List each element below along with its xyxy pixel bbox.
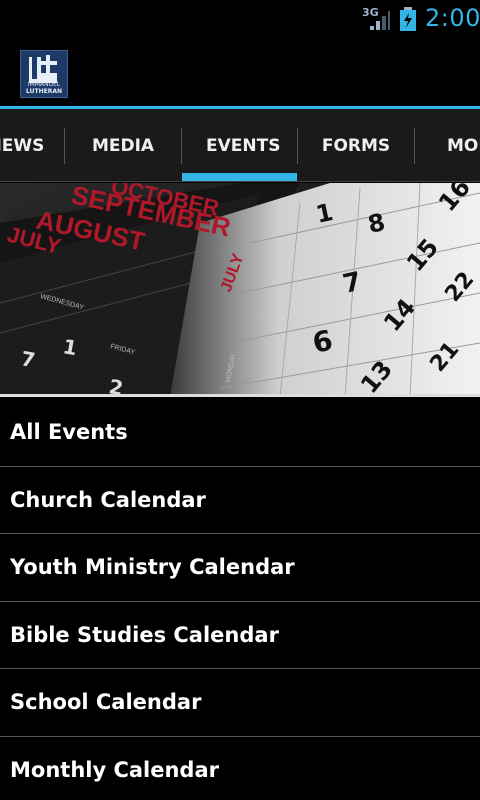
clock: 2:00 xyxy=(425,4,480,32)
battery-charging-icon xyxy=(400,7,416,31)
events-banner-image: OCTOBER SEPTEMBER AUGUST JULY JULY MONDA… xyxy=(0,183,480,397)
tab-news[interactable]: NEWS xyxy=(0,109,65,181)
list-item-monthly-calendar[interactable]: Monthly Calendar xyxy=(0,737,480,800)
calendar-illustration: OCTOBER SEPTEMBER AUGUST JULY JULY MONDA… xyxy=(0,183,480,394)
church-logo[interactable]: IMMANUEL LUTHERAN xyxy=(20,50,68,98)
tab-bar: NEWS MEDIA EVENTS FORMS MORE xyxy=(0,109,480,182)
tab-events[interactable]: EVENTS xyxy=(182,109,297,181)
tab-forms[interactable]: FORMS xyxy=(298,109,414,181)
tab-media[interactable]: MEDIA xyxy=(65,109,181,181)
list-item-youth-ministry-calendar[interactable]: Youth Ministry Calendar xyxy=(0,534,480,602)
signal-icon xyxy=(370,11,390,30)
list-item-all-events[interactable]: All Events xyxy=(0,399,480,467)
list-item-school-calendar[interactable]: School Calendar xyxy=(0,669,480,737)
logo-text: IMMANUEL LUTHERAN xyxy=(26,81,62,95)
list-item-bible-studies-calendar[interactable]: Bible Studies Calendar xyxy=(0,602,480,669)
tab-more[interactable]: MORE xyxy=(415,109,480,181)
list-item-church-calendar[interactable]: Church Calendar xyxy=(0,467,480,534)
selected-tab-indicator xyxy=(182,173,297,181)
app-header: IMMANUEL LUTHERAN xyxy=(0,38,480,106)
status-bar: 3G 2:00 xyxy=(0,0,480,38)
events-list: All Events Church Calendar Youth Ministr… xyxy=(0,399,480,800)
